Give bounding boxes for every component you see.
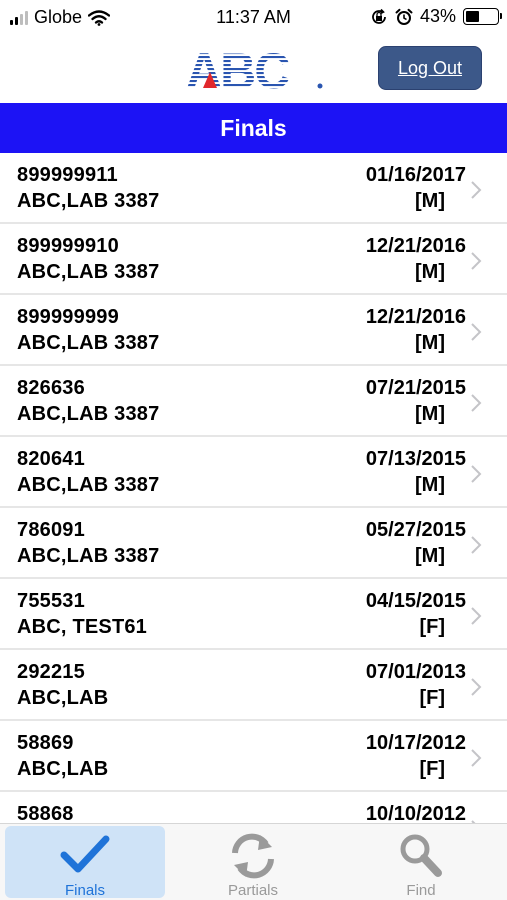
result-date: 07/13/2015 — [365, 448, 466, 470]
result-flag: [M] — [415, 403, 445, 425]
chevron-right-icon — [471, 252, 482, 270]
result-id: 58868 — [17, 803, 74, 823]
result-date: 04/15/2015 — [365, 590, 466, 612]
result-name: ABC,LAB 3387 — [17, 545, 160, 567]
battery-icon — [463, 8, 502, 25]
result-flag: [M] — [415, 545, 445, 567]
result-id: 755531 — [17, 590, 85, 612]
result-date: 05/27/2015 — [365, 519, 466, 541]
result-date: 07/21/2015 — [365, 377, 466, 399]
result-flag: [M] — [415, 190, 445, 212]
list-item[interactable]: 786091 ABC,LAB 3387 05/27/2015 [M] — [0, 508, 507, 579]
orientation-lock-icon — [372, 8, 386, 24]
tab-bar: Finals Partials Find — [0, 823, 507, 900]
chevron-right-icon — [471, 181, 482, 199]
list-item[interactable]: 826636 ABC,LAB 3387 07/21/2015 [M] — [0, 366, 507, 437]
abc-logo: ABC — [186, 48, 323, 90]
result-date: 12/21/2016 — [365, 306, 466, 328]
result-name: ABC, TEST61 — [17, 616, 148, 638]
tab-label: Finals — [64, 882, 105, 899]
result-flag: [F] — [419, 687, 445, 709]
result-name: ABC,LAB 3387 — [17, 261, 160, 283]
tab-find[interactable]: Find — [341, 826, 501, 899]
list-item[interactable]: 58869 ABC,LAB 10/17/2012 [F] — [0, 721, 507, 792]
result-id: 899999910 — [17, 235, 119, 257]
result-date: 01/16/2017 — [365, 164, 466, 186]
chevron-right-icon — [471, 678, 482, 696]
list-item[interactable]: 292215 ABC,LAB 07/01/2013 [F] — [0, 650, 507, 721]
search-icon — [400, 834, 442, 877]
refresh-icon — [232, 833, 274, 879]
status-bar: Globe 11:37 AM 43% — [0, 0, 507, 36]
alarm-icon — [395, 8, 413, 25]
checkmark-icon — [60, 835, 110, 873]
result-flag: [F] — [419, 758, 445, 780]
result-name: ABC,LAB 3387 — [17, 403, 160, 425]
result-name: ABC,LAB — [17, 758, 109, 780]
result-flag: [F] — [419, 616, 445, 638]
result-id: 786091 — [17, 519, 85, 541]
app-header: ABC Log Out — [0, 36, 507, 102]
results-list[interactable]: 899999911 ABC,LAB 3387 01/16/2017 [M] 89… — [0, 153, 507, 823]
result-name: ABC,LAB 3387 — [17, 474, 160, 496]
chevron-right-icon — [471, 749, 482, 767]
tab-finals[interactable]: Finals — [5, 826, 165, 899]
result-date: 10/10/2012 — [365, 803, 466, 823]
list-item[interactable]: 755531 ABC, TEST61 04/15/2015 [F] — [0, 579, 507, 650]
list-item[interactable]: 820641 ABC,LAB 3387 07/13/2015 [M] — [0, 437, 507, 508]
result-id: 58869 — [17, 732, 74, 754]
battery-percent: 43% — [419, 6, 456, 26]
tab-partials[interactable]: Partials — [173, 826, 333, 899]
status-right: 43% — [370, 6, 502, 27]
tab-label: Partials — [227, 882, 279, 899]
chevron-right-icon — [471, 465, 482, 483]
tab-label: Find — [406, 882, 436, 899]
result-date: 12/21/2016 — [365, 235, 466, 257]
svg-text:ABC: ABC — [186, 48, 289, 90]
list-item[interactable]: 899999999 ABC,LAB 3387 12/21/2016 [M] — [0, 295, 507, 366]
chevron-right-icon — [471, 607, 482, 625]
result-flag: [M] — [415, 474, 445, 496]
list-item[interactable]: 899999910 ABC,LAB 3387 12/21/2016 [M] — [0, 224, 507, 295]
result-flag: [M] — [415, 261, 445, 283]
list-item[interactable]: 58868 10/10/2012 — [0, 792, 507, 823]
result-id: 899999911 — [17, 164, 118, 186]
result-id: 292215 — [17, 661, 85, 683]
chevron-right-icon — [471, 323, 482, 341]
list-item[interactable]: 899999911 ABC,LAB 3387 01/16/2017 [M] — [0, 153, 507, 224]
page-title: Finals — [0, 103, 507, 153]
result-id: 826636 — [17, 377, 85, 399]
result-date: 07/01/2013 — [365, 661, 466, 683]
result-id: 820641 — [17, 448, 85, 470]
chevron-right-icon — [471, 394, 482, 412]
result-name: ABC,LAB 3387 — [17, 332, 160, 354]
result-name: ABC,LAB — [17, 687, 109, 709]
logout-button[interactable]: Log Out — [378, 46, 482, 90]
result-id: 899999999 — [17, 306, 119, 328]
result-name: ABC,LAB 3387 — [17, 190, 160, 212]
result-date: 10/17/2012 — [365, 732, 466, 754]
chevron-right-icon — [471, 536, 482, 554]
result-flag: [M] — [415, 332, 445, 354]
